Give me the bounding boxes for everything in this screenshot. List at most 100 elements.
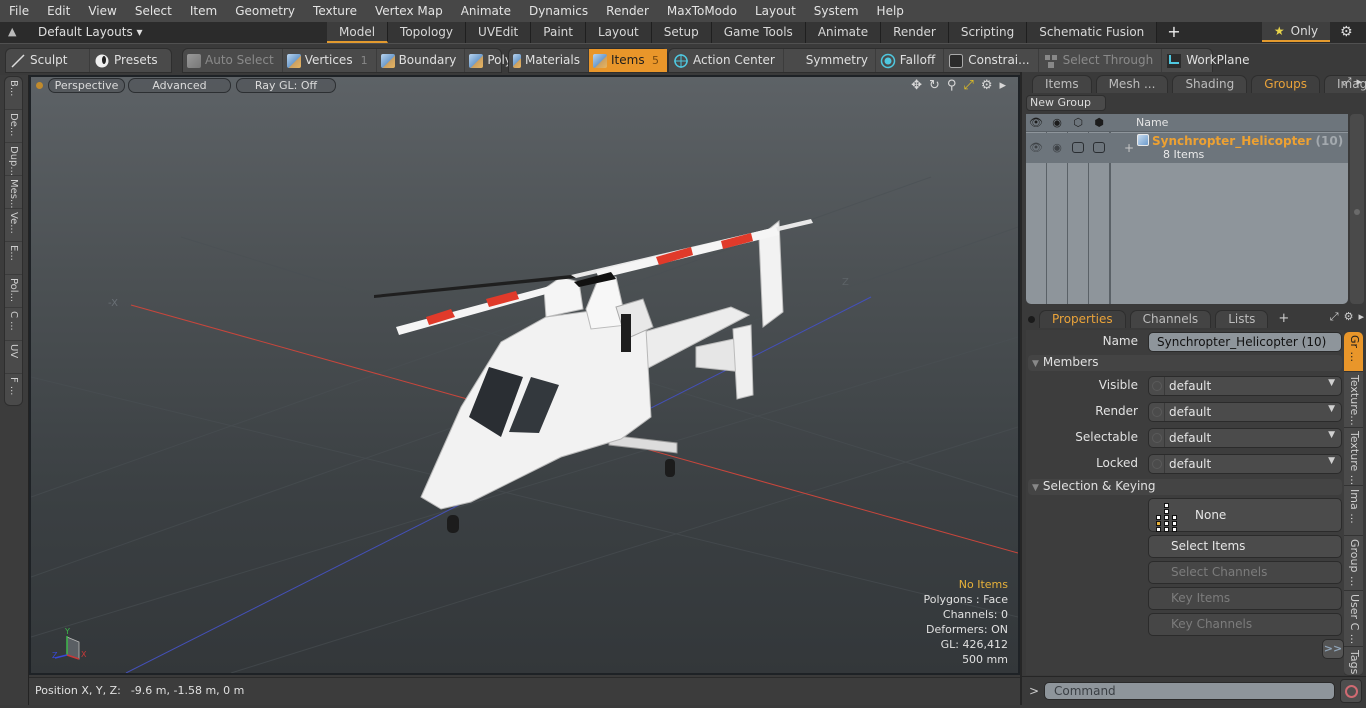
default-layouts-dropdown[interactable]: Default Layouts ▾ [38,25,143,39]
presets-button[interactable]: Presets [90,49,166,72]
menu-dynamics[interactable]: Dynamics [520,0,597,22]
selectable-cube-icon[interactable]: ⬡ [1068,116,1088,129]
menu-layout[interactable]: Layout [746,0,805,22]
vertices-button[interactable]: Vertices 1 [283,49,377,72]
menu-item[interactable]: Item [181,0,226,22]
visibility-eye-icon[interactable]: 👁 [1026,116,1046,129]
auto-select-button[interactable]: Auto Select [183,49,283,72]
tab-items[interactable]: Items [1032,75,1092,93]
layout-tab-scripting[interactable]: Scripting [948,22,1028,43]
selectable-dropdown[interactable]: default ▼ [1148,428,1342,448]
panel-menu-arrow-icon[interactable]: ▸ [1356,75,1362,89]
layout-tab-layout[interactable]: Layout [585,22,652,43]
pan-icon[interactable]: ✥ [911,78,922,93]
zoom-icon[interactable]: ⚲ [947,78,957,93]
tab-groups[interactable]: Groups [1251,75,1320,93]
menu-select[interactable]: Select [126,0,181,22]
layout-tab-setup[interactable]: Setup [651,22,712,43]
left-tab[interactable]: Mes... [5,176,22,209]
layout-tab-game-tools[interactable]: Game Tools [711,22,806,43]
add-layout-tab-button[interactable]: + [1157,22,1190,43]
left-tab[interactable]: C ... [5,308,22,341]
layout-tab-render[interactable]: Render [881,22,949,43]
props-expand-icon[interactable]: ⤢ [1330,310,1339,324]
row-camera-icon[interactable]: ◉ [1047,141,1067,154]
key-channels-button[interactable]: Key Channels [1148,613,1342,636]
row-lock-toggle[interactable] [1093,142,1105,153]
expand-icon[interactable]: ⤢ [1343,75,1352,89]
add-tab-button[interactable]: + [1272,310,1295,328]
props-menu-arrow-icon[interactable]: ▸ [1358,310,1364,324]
tab-channels[interactable]: Channels [1129,310,1212,328]
left-tab[interactable]: UV [5,341,22,374]
constraints-button[interactable]: Constrai... [944,49,1039,72]
side-tab[interactable]: Tags [1344,647,1363,676]
side-tab[interactable]: Texture ... [1344,428,1363,486]
command-input[interactable]: Command [1044,682,1335,700]
side-tab[interactable]: Gr ... [1344,332,1363,372]
viewport-gear-icon[interactable]: ⚙ [981,78,993,93]
selection-keying-section[interactable]: ▼ Selection & Keying [1028,479,1342,495]
render-camera-icon[interactable]: ◉ [1047,116,1067,129]
shading-mode-dropdown[interactable]: Advanced [128,78,231,93]
menu-vertex-map[interactable]: Vertex Map [366,0,452,22]
name-column-header[interactable]: Name [1136,116,1168,129]
locked-dropdown[interactable]: default ▼ [1148,454,1342,474]
viewport-menu-arrow-icon[interactable]: ▸ [999,78,1006,93]
helicopter-model[interactable] [374,219,813,533]
left-tab[interactable]: Pol... [5,275,22,308]
select-through-button[interactable]: Select Through [1039,49,1163,72]
menu-file[interactable]: File [0,0,38,22]
left-tab[interactable]: Ve... [5,209,22,242]
side-tab[interactable]: Ima ... [1344,486,1363,536]
more-options-button[interactable]: >> [1322,639,1344,659]
group-list[interactable]: 👁 ◉ ⬡ ⬢ Name 👁 ◉ + Synchropter_Helicopte… [1026,114,1348,304]
select-channels-button[interactable]: Select Channels [1148,561,1342,584]
props-gear-icon[interactable]: ⚙ [1344,310,1354,324]
tab-shading[interactable]: Shading [1172,75,1248,93]
render-dropdown[interactable]: default ▼ [1148,402,1342,422]
boundary-button[interactable]: Boundary [377,49,466,72]
action-center-button[interactable]: Action Center [669,49,784,72]
select-items-button[interactable]: Select Items [1148,535,1342,558]
menu-edit[interactable]: Edit [38,0,79,22]
left-tab[interactable]: F ... [5,374,22,407]
visible-dropdown[interactable]: default ▼ [1148,376,1342,396]
layout-tab-schematic-fusion[interactable]: Schematic Fusion [1027,22,1158,43]
side-tab[interactable]: Group ... [1344,536,1363,591]
materials-button[interactable]: Materials [509,49,589,72]
left-tab[interactable]: B... [5,77,22,110]
panel-dot-icon[interactable] [1028,316,1035,323]
layout-tab-animate[interactable]: Animate [805,22,882,43]
layout-tab-model[interactable]: Model [327,22,389,43]
group-list-scrollbar[interactable] [1350,114,1364,304]
name-field[interactable]: Synchropter_Helicopter (10) [1148,332,1342,352]
group-row[interactable]: 👁 ◉ + Synchropter_Helicopter (10) : Gr..… [1026,133,1348,163]
maximize-icon[interactable]: ⤢ [963,78,973,93]
members-section[interactable]: ▼ Members [1028,355,1342,371]
scene-canvas[interactable] [31,77,1018,673]
menu-animate[interactable]: Animate [452,0,520,22]
view-mode-dropdown[interactable]: Perspective [48,78,125,93]
left-tab[interactable]: De... [5,110,22,143]
menu-maxtomodo[interactable]: MaxToModo [658,0,746,22]
rotate-icon[interactable]: ↻ [929,78,940,93]
items-button[interactable]: Items 5 [589,49,667,72]
side-tab[interactable]: User C ... [1344,591,1363,647]
left-tab[interactable]: Dup... [5,143,22,176]
selection-set-none-button[interactable]: None [1148,498,1342,532]
row-selectable-toggle[interactable] [1072,142,1084,153]
tab-properties[interactable]: Properties [1039,310,1126,328]
menu-geometry[interactable]: Geometry [226,0,304,22]
viewport-status-dot[interactable] [36,82,43,89]
menu-view[interactable]: View [79,0,125,22]
menu-render[interactable]: Render [597,0,658,22]
layout-tab-paint[interactable]: Paint [531,22,586,43]
key-items-button[interactable]: Key Items [1148,587,1342,610]
row-eye-icon[interactable]: 👁 [1026,141,1046,154]
menu-system[interactable]: System [805,0,868,22]
tab-lists[interactable]: Lists [1215,310,1269,328]
raygl-toggle[interactable]: Ray GL: Off [236,78,336,93]
3d-viewport[interactable]: Perspective Advanced Ray GL: Off ✥ ↻ ⚲ ⤢… [29,75,1020,675]
side-tab[interactable]: Texture... [1344,372,1363,428]
